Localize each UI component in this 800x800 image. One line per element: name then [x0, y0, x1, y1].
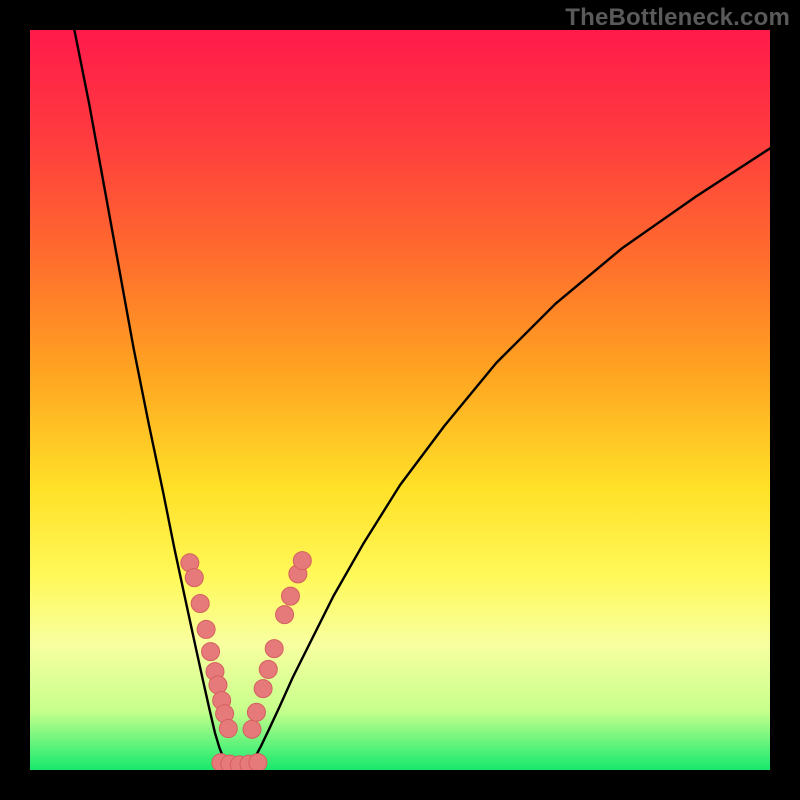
- gradient-background: [30, 30, 770, 770]
- data-marker: [185, 569, 203, 587]
- data-marker: [219, 720, 237, 738]
- data-marker: [281, 587, 299, 605]
- data-marker: [254, 680, 272, 698]
- data-marker: [209, 676, 227, 694]
- watermark-label: TheBottleneck.com: [565, 4, 790, 32]
- data-marker: [293, 552, 311, 570]
- plot-svg: [30, 30, 770, 770]
- chart-stage: TheBottleneck.com: [0, 0, 800, 800]
- data-marker: [247, 703, 265, 721]
- data-marker: [202, 643, 220, 661]
- data-marker: [259, 660, 277, 678]
- data-marker: [276, 606, 294, 624]
- data-marker: [197, 620, 215, 638]
- data-marker: [249, 754, 267, 770]
- plot-area: [30, 30, 770, 770]
- data-marker: [265, 640, 283, 658]
- data-marker: [243, 720, 261, 738]
- data-marker: [191, 595, 209, 613]
